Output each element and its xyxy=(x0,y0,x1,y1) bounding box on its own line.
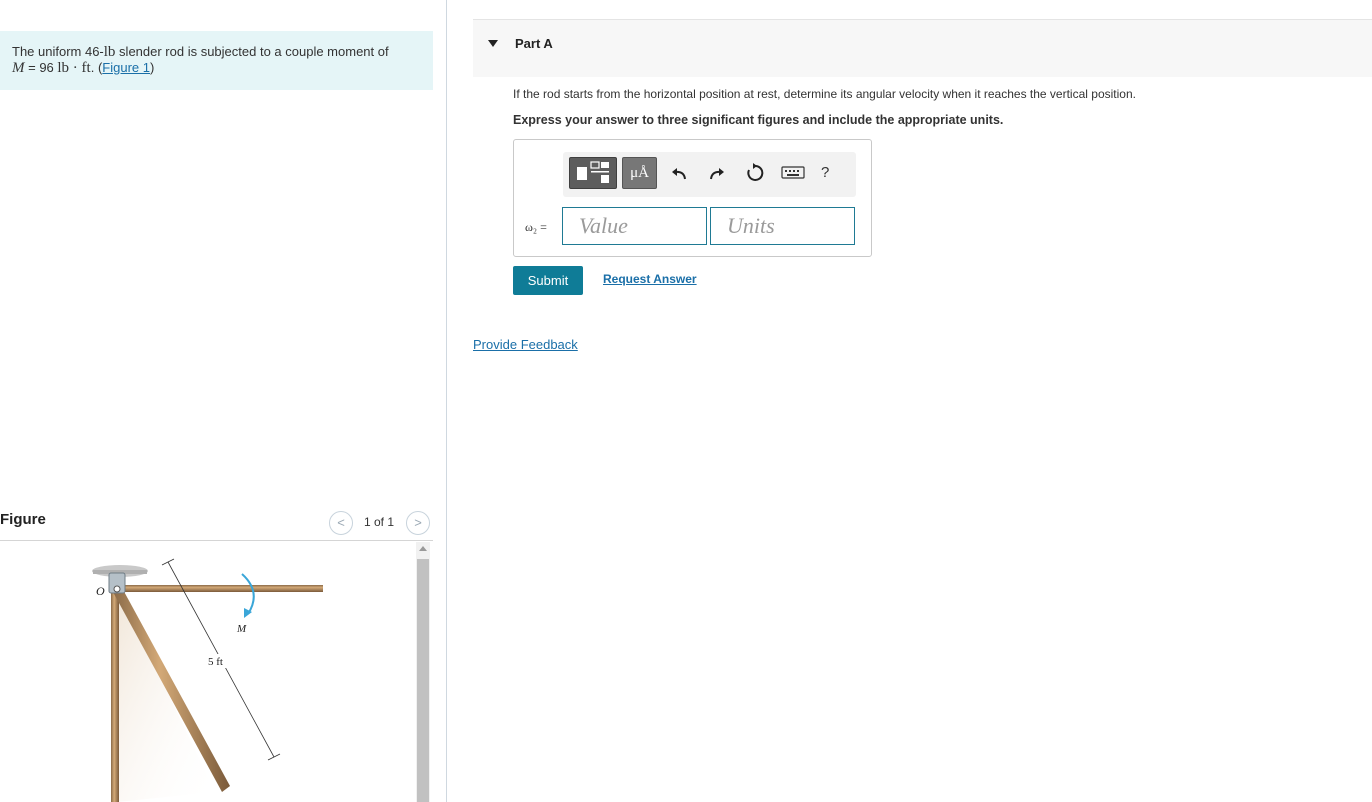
caret-down-icon[interactable] xyxy=(488,40,498,47)
dimension-tick-bottom xyxy=(267,753,281,761)
scroll-up-icon[interactable] xyxy=(419,546,427,551)
problem-intro: The uniform 46- xyxy=(12,44,104,59)
weight-unit: lb xyxy=(103,44,116,60)
left-column: The uniform 46-lb slender rod is subject… xyxy=(0,0,446,802)
pin-icon xyxy=(113,585,121,593)
value-input[interactable] xyxy=(562,207,707,245)
problem-mid: slender rod is subjected to a couple mom… xyxy=(115,44,389,59)
figure-counter: 1 of 1 xyxy=(364,515,395,529)
reset-icon[interactable] xyxy=(744,162,766,184)
keyboard-icon[interactable] xyxy=(781,164,805,180)
figure-header: Figure < 1 of 1 > xyxy=(0,505,433,541)
figure-next-button[interactable]: > xyxy=(406,511,430,535)
provide-feedback-link[interactable]: Provide Feedback xyxy=(473,337,578,352)
request-answer-link[interactable]: Request Answer xyxy=(603,272,697,286)
instruction-text: Express your answer to three significant… xyxy=(513,113,1004,127)
units-icon: μÅ xyxy=(630,165,649,181)
moment-arrow xyxy=(241,573,255,615)
column-divider xyxy=(446,0,447,802)
math-toolbar: μÅ ? xyxy=(563,152,856,197)
answer-box: μÅ ? ω₂ = xyxy=(513,139,872,257)
units-button[interactable]: μÅ xyxy=(622,157,657,189)
figure-image: O M 5 ft xyxy=(0,542,433,802)
figure-title: Figure xyxy=(0,511,46,528)
part-a-header[interactable]: Part A xyxy=(473,19,1372,77)
label-pivot: O xyxy=(96,584,105,598)
redo-icon[interactable] xyxy=(705,162,727,184)
help-icon[interactable]: ? xyxy=(821,164,829,181)
chevron-right-icon: > xyxy=(414,515,422,530)
templates-button[interactable] xyxy=(569,157,617,189)
submit-button[interactable]: Submit xyxy=(513,266,583,295)
question-text: If the rod starts from the horizontal po… xyxy=(513,87,1136,101)
undo-icon[interactable] xyxy=(669,162,691,184)
figure-scrollbar[interactable] xyxy=(416,542,430,802)
figure-prev-button[interactable]: < xyxy=(329,511,353,535)
rod-diagram: O M 5 ft xyxy=(92,558,323,802)
problem-statement: The uniform 46-lb slender rod is subject… xyxy=(0,31,433,90)
dimension-tick-top xyxy=(161,558,175,566)
moment-variable: M xyxy=(12,60,25,76)
label-moment: M xyxy=(236,623,247,635)
answer-label: ω₂ = xyxy=(525,220,547,234)
part-title: Part A xyxy=(515,36,553,51)
vertical-rod xyxy=(111,590,119,802)
moment-equals: = 96 xyxy=(24,60,58,75)
horizontal-rod xyxy=(117,585,323,592)
close-paren: ) xyxy=(150,60,155,75)
units-input[interactable] xyxy=(710,207,855,245)
templates-icon xyxy=(577,161,609,183)
chevron-left-icon: < xyxy=(337,515,345,530)
scroll-thumb[interactable] xyxy=(417,559,429,802)
figure-link[interactable]: Figure 1 xyxy=(102,60,150,75)
label-length: 5 ft xyxy=(208,656,223,668)
moment-unit: lb · ft xyxy=(57,60,91,76)
